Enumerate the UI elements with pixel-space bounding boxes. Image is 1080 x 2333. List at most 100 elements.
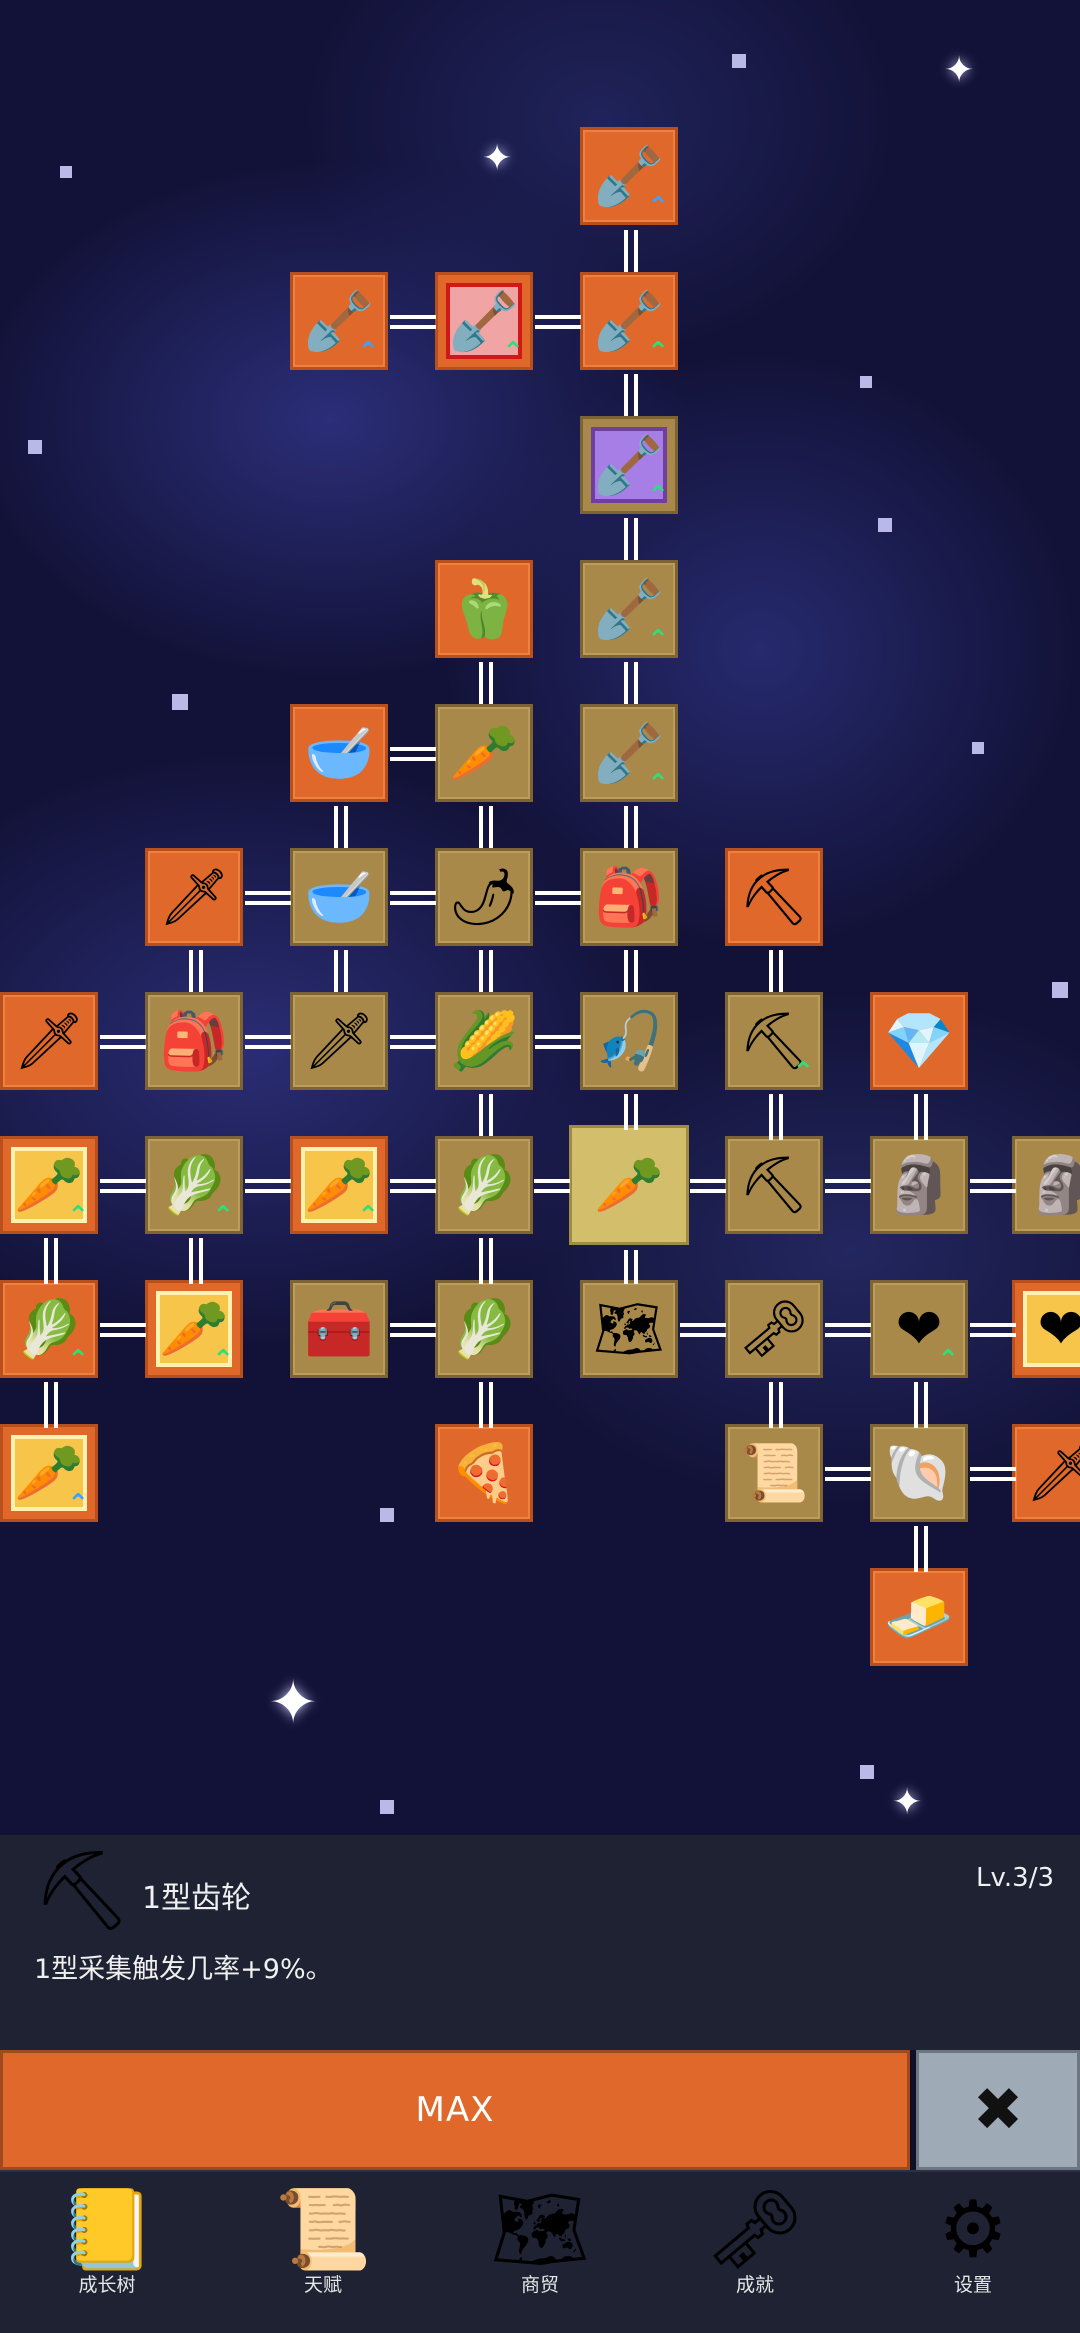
tree-connector <box>535 1035 581 1049</box>
tree-connector <box>479 662 493 704</box>
skill-node-statue[interactable]: 🗿 <box>870 1136 968 1234</box>
heart-icon: ❤ <box>1037 1296 1080 1362</box>
upgrade-arrow-icon: ⌃ <box>67 1201 89 1231</box>
skill-info-panel <box>0 1835 1080 2050</box>
close-button[interactable]: ✖ <box>916 2050 1080 2170</box>
upgrade-arrow-icon: ⌃ <box>647 337 669 367</box>
upgrade-arrow-icon: ⌃ <box>792 1057 814 1087</box>
skill-node-radish[interactable]: 🥕 <box>435 704 533 802</box>
map-icon: 🗺 <box>593 1297 665 1362</box>
skill-node-backpack[interactable]: 🎒 <box>145 992 243 1090</box>
tree-connector <box>825 1179 871 1193</box>
book-icon: 📒 <box>58 2185 156 2275</box>
tree-connector <box>624 1094 638 1130</box>
nav-achievement[interactable]: 🗝 成就 <box>680 2180 830 2326</box>
nav-trade[interactable]: 🗺 商贸 <box>465 2180 615 2326</box>
tree-connector <box>624 374 638 416</box>
bell-pepper-icon: 🫑 <box>449 577 519 642</box>
skill-node-heart[interactable]: ❤ ⌃ <box>870 1280 968 1378</box>
skill-node-heart[interactable]: ❤ <box>1012 1280 1080 1378</box>
tree-connector <box>825 1323 871 1337</box>
sword-icon: 🗡 <box>158 865 230 930</box>
skill-node-shovel[interactable]: 🪏 ⌃ <box>580 272 678 370</box>
skill-node-carrot[interactable]: 🥕 ⌃ <box>290 1136 388 1234</box>
tree-connector <box>479 806 493 848</box>
skill-node-leek[interactable]: 🥬 <box>435 1280 533 1378</box>
tree-connector <box>479 950 493 992</box>
nav-settings[interactable]: ⚙ 设置 <box>898 2180 1048 2326</box>
upgrade-arrow-icon: ⌃ <box>67 1489 89 1519</box>
skill-node-carrot[interactable]: 🥕 ⌃ <box>0 1424 98 1522</box>
skill-node-pickaxe[interactable]: ⛏ <box>725 848 823 946</box>
star <box>380 1800 394 1814</box>
skill-node-corn[interactable]: 🌽 <box>435 992 533 1090</box>
pickaxe-icon: ⛏ <box>32 1845 132 1936</box>
sword-icon: 🗡 <box>303 1009 375 1074</box>
skill-node-gold-bar[interactable]: 🧈 <box>870 1568 968 1666</box>
skill-node-sword[interactable]: 🗡 <box>1012 1424 1080 1522</box>
star <box>732 54 746 68</box>
tree-connector <box>624 518 638 560</box>
chest-icon: 🧰 <box>304 1297 374 1362</box>
skill-node-fishing-rod[interactable]: 🎣 <box>580 992 678 1090</box>
skill-node-scroll[interactable]: 📜 <box>725 1424 823 1522</box>
skill-node-sword[interactable]: 🗡 <box>145 848 243 946</box>
skill-node-sword[interactable]: 🗡 <box>290 992 388 1090</box>
skill-node-crystal[interactable]: 💎 <box>870 992 968 1090</box>
tree-connector <box>914 1094 928 1140</box>
skill-node-carrot[interactable]: 🥕 ⌃ <box>0 1136 98 1234</box>
nav-label: 成就 <box>735 2274 774 2296</box>
skill-node-sword[interactable]: 🗡 <box>0 992 98 1090</box>
upgrade-arrow-icon: ⌃ <box>502 337 524 367</box>
skill-node-shovel[interactable]: 🪏 ⌃ <box>580 416 678 514</box>
max-button[interactable]: MAX <box>0 2050 910 2170</box>
skill-node-pickaxe[interactable]: ⛏ <box>725 1136 823 1234</box>
upgrade-arrow-icon: ⌃ <box>937 1345 959 1375</box>
skill-node-carrot[interactable]: 🥕 <box>569 1125 689 1245</box>
skill-node-cabbage[interactable]: 🥬 <box>435 1136 533 1234</box>
skill-node-backpack[interactable]: 🎒 <box>580 848 678 946</box>
fishing-rod-icon: 🎣 <box>594 1009 664 1074</box>
star <box>860 1765 874 1779</box>
skill-node-shovel[interactable]: 🪏 ⌃ <box>290 272 388 370</box>
skill-node-shovel[interactable]: 🪏 ⌃ <box>580 560 678 658</box>
pizza-icon: 🍕 <box>449 1441 519 1506</box>
tree-connector <box>769 1382 783 1428</box>
skill-node-shovel[interactable]: 🪏 ⌃ <box>435 272 533 370</box>
skill-node-key[interactable]: 🗝 <box>725 1280 823 1378</box>
skill-node-pizza[interactable]: 🍕 <box>435 1424 533 1522</box>
skill-node-statue[interactable]: 🗿 <box>1012 1136 1080 1234</box>
skill-node-chest[interactable]: 🧰 <box>290 1280 388 1378</box>
skill-node-shovel[interactable]: 🪏 ⌃ <box>580 127 678 225</box>
key-icon: 🗝 <box>738 1297 810 1362</box>
skill-node-bowl[interactable]: 🥣 <box>290 704 388 802</box>
tree-connector <box>914 1382 928 1428</box>
upgrade-arrow-icon: ⌃ <box>357 337 379 367</box>
star <box>60 166 72 178</box>
tree-connector <box>390 1179 436 1193</box>
skill-node-map[interactable]: 🗺 <box>580 1280 678 1378</box>
pickaxe-icon: ⛏ <box>738 1153 810 1218</box>
sparkle: ✦ <box>482 138 513 179</box>
bowl-icon: 🥣 <box>304 865 374 930</box>
skill-node-bowl[interactable]: 🥣 <box>290 848 388 946</box>
skill-node-cabbage[interactable]: 🥬 ⌃ <box>0 1280 98 1378</box>
star <box>860 376 872 388</box>
upgrade-arrow-icon: ⌃ <box>357 1201 379 1231</box>
skill-node-chili[interactable]: 🌶 <box>435 848 533 946</box>
tree-connector <box>44 1238 58 1284</box>
nav-talent[interactable]: 📜 天赋 <box>248 2180 398 2326</box>
skill-node-shovel[interactable]: 🪏 ⌃ <box>580 704 678 802</box>
skill-node-bell-pepper[interactable]: 🫑 <box>435 560 533 658</box>
skill-node-pickaxe[interactable]: ⛏ ⌃ <box>725 992 823 1090</box>
tree-connector <box>100 1035 146 1049</box>
nav-growth-tree[interactable]: 📒 成长树 <box>32 2180 182 2326</box>
skill-tree-area[interactable]: ✦ ✦ ✦ ✦ 🪏⌃ 🪏⌃ 🪏⌃ 🪏⌃ 🪏⌃ 🫑 🪏⌃ 🥣 <box>0 0 1080 1835</box>
skill-node-fossil[interactable]: 🐚 <box>870 1424 968 1522</box>
upgrade-arrow-icon: ⌃ <box>67 1345 89 1375</box>
tree-connector <box>189 1238 203 1284</box>
sparkle: ✦ <box>268 1668 319 1738</box>
skill-node-cabbage[interactable]: 🥬 ⌃ <box>145 1136 243 1234</box>
skill-node-carrot[interactable]: 🥕 ⌃ <box>145 1280 243 1378</box>
bowl-icon: 🥣 <box>304 721 374 786</box>
